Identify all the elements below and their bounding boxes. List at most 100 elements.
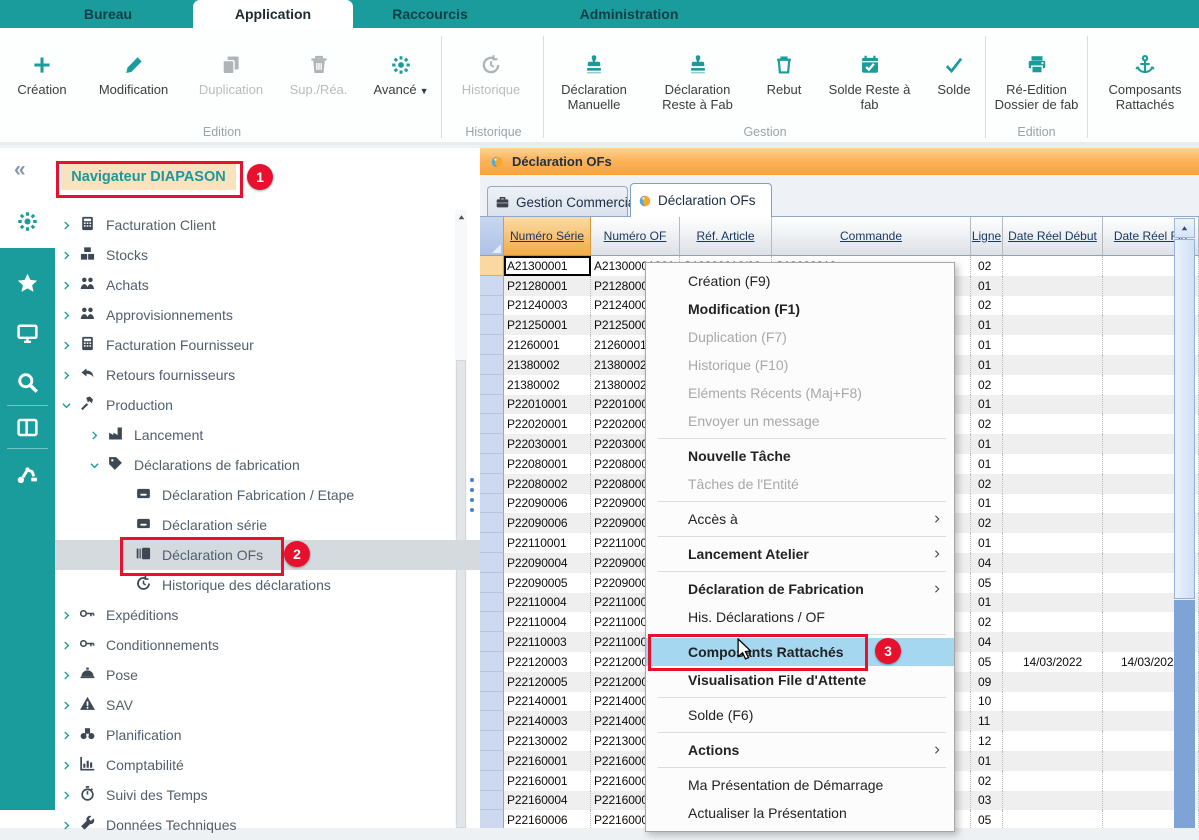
table-cell[interactable]: P22160001 [504, 771, 591, 791]
row-header[interactable] [480, 395, 504, 415]
sidebar-item-stocks[interactable]: Stocks [55, 240, 473, 270]
table-cell[interactable] [1003, 395, 1103, 415]
table-cell[interactable]: 12 [971, 731, 1003, 751]
menu-item-creation-f9[interactable]: Création (F9) [646, 267, 954, 295]
table-cell[interactable]: 04 [971, 632, 1003, 652]
table-cell[interactable] [1003, 593, 1103, 613]
column-header-commande[interactable]: Commande [772, 217, 971, 256]
table-cell[interactable]: P21250001 [504, 315, 591, 335]
table-cell[interactable]: 02 [971, 513, 1003, 533]
table-cell[interactable]: 01 [971, 751, 1003, 771]
menu-item-modification-f1[interactable]: Modification (F1) [646, 295, 954, 323]
row-header[interactable] [480, 593, 504, 613]
table-cell[interactable] [1003, 810, 1103, 828]
sidebar-item-facturation-client[interactable]: Facturation Client [55, 210, 473, 240]
row-header[interactable] [480, 632, 504, 652]
table-cell[interactable] [1003, 751, 1103, 771]
table-cell[interactable]: P22090006 [504, 513, 591, 533]
sidebar-item-production[interactable]: Production [55, 390, 473, 420]
table-cell[interactable]: P22090006 [504, 494, 591, 514]
creation-button[interactable]: Création [4, 28, 80, 97]
chevron-down-icon[interactable] [61, 400, 79, 411]
menu-item-ma-presentation-de-demarrage[interactable]: Ma Présentation de Démarrage [646, 771, 954, 799]
avance-button[interactable]: Avancé▼ [362, 28, 440, 99]
table-cell[interactable]: P22120005 [504, 672, 591, 692]
table-cell[interactable]: P22080001 [504, 454, 591, 474]
table-cell[interactable] [1003, 672, 1103, 692]
table-cell[interactable] [1003, 296, 1103, 316]
row-header[interactable] [480, 652, 504, 672]
collapse-panel-button[interactable]: « [14, 158, 26, 182]
table-cell[interactable]: P22140003 [504, 711, 591, 731]
table-cell[interactable]: A21300001 [504, 256, 591, 276]
table-cell[interactable]: 02 [971, 256, 1003, 276]
rail-monitor-button[interactable] [16, 322, 39, 350]
ribbon-tab-administration[interactable]: Administration [553, 0, 705, 28]
ribbon-tab-bureau[interactable]: Bureau [58, 0, 158, 28]
table-cell[interactable]: P22110001 [504, 533, 591, 553]
sidebar-item-sav[interactable]: SAV [55, 690, 473, 720]
table-cell[interactable]: 21380002 [504, 375, 591, 395]
sidebar-item-declaration-serie[interactable]: Déclaration série [55, 510, 529, 540]
sidebar-item-declaration-fabrication-etape[interactable]: Déclaration Fabrication / Etape [55, 480, 529, 510]
sidebar-item-suivi-des-temps[interactable]: Suivi des Temps [55, 780, 473, 810]
row-header[interactable] [480, 256, 504, 276]
declaration-reste-a-fab-button[interactable]: Déclaration Reste à Fab [650, 28, 746, 112]
table-cell[interactable]: 01 [971, 355, 1003, 375]
table-cell[interactable] [1003, 335, 1103, 355]
table-cell[interactable]: 02 [971, 375, 1003, 395]
table-cell[interactable] [1003, 612, 1103, 632]
table-cell[interactable]: P22090004 [504, 553, 591, 573]
row-header[interactable] [480, 612, 504, 632]
declaration-manuelle-button[interactable]: Déclaration Manuelle [547, 28, 641, 112]
table-cell[interactable] [1003, 434, 1103, 454]
table-cell[interactable]: P22090005 [504, 573, 591, 593]
row-header[interactable] [480, 414, 504, 434]
column-header-ref-article[interactable]: Réf. Article [680, 217, 772, 256]
ribbon-tab-raccourcis[interactable]: Raccourcis [373, 0, 487, 28]
table-cell[interactable]: P22160004 [504, 791, 591, 811]
row-header[interactable] [480, 711, 504, 731]
chevron-right-icon[interactable] [61, 250, 79, 261]
column-header-numero-of[interactable]: Numéro OF [591, 217, 680, 256]
chevron-right-icon[interactable] [61, 820, 79, 831]
chevron-right-icon[interactable] [61, 790, 79, 801]
row-header[interactable] [480, 692, 504, 712]
chevron-right-icon[interactable] [61, 280, 79, 291]
re-edition-dossier-de-fab-button[interactable]: Ré-Edition Dossier de fab [989, 28, 1084, 112]
table-cell[interactable] [1003, 454, 1103, 474]
table-cell[interactable] [1003, 494, 1103, 514]
table-cell[interactable]: 01 [971, 593, 1003, 613]
table-cell[interactable] [1003, 276, 1103, 296]
column-header-numero-serie[interactable]: Numéro Série [504, 217, 591, 256]
table-scrollbar-track[interactable] [1174, 600, 1195, 828]
table-cell[interactable]: P22080002 [504, 474, 591, 494]
table-cell[interactable]: P21240003 [504, 296, 591, 316]
rail-columns-button[interactable] [16, 416, 39, 444]
row-header[interactable] [480, 315, 504, 335]
table-cell[interactable] [1003, 513, 1103, 533]
menu-item-acces-a[interactable]: Accès à [646, 505, 954, 533]
menu-item-declaration-de-fabrication[interactable]: Déclaration de Fabrication [646, 575, 954, 603]
ribbon-tab-application[interactable]: Application [193, 0, 353, 28]
row-header[interactable] [480, 296, 504, 316]
sidebar-item-expeditions[interactable]: Expéditions [55, 600, 473, 630]
row-header[interactable] [480, 771, 504, 791]
chevron-right-icon[interactable] [61, 670, 79, 681]
row-header[interactable] [480, 553, 504, 573]
chevron-right-icon[interactable] [61, 640, 79, 651]
table-cell[interactable]: 05 [971, 652, 1003, 672]
table-cell[interactable]: 02 [971, 771, 1003, 791]
table-cell[interactable]: P22140001 [504, 692, 591, 712]
table-cell[interactable]: 01 [971, 276, 1003, 296]
sidebar-item-donnees-techniques[interactable]: Données Techniques [55, 810, 473, 840]
sidebar-item-lancement[interactable]: Lancement [55, 420, 501, 450]
sidebar-item-comptabilite[interactable]: Comptabilité [55, 750, 473, 780]
row-header[interactable] [480, 672, 504, 692]
row-header[interactable] [480, 731, 504, 751]
table-cell[interactable]: P22120003 [504, 652, 591, 672]
menu-item-solde-f6[interactable]: Solde (F6) [646, 701, 954, 729]
table-cell[interactable] [1003, 414, 1103, 434]
tab-gestion-commerciale[interactable]: Gestion Commerciale ... [487, 186, 628, 217]
table-cell[interactable]: P22160001 [504, 751, 591, 771]
